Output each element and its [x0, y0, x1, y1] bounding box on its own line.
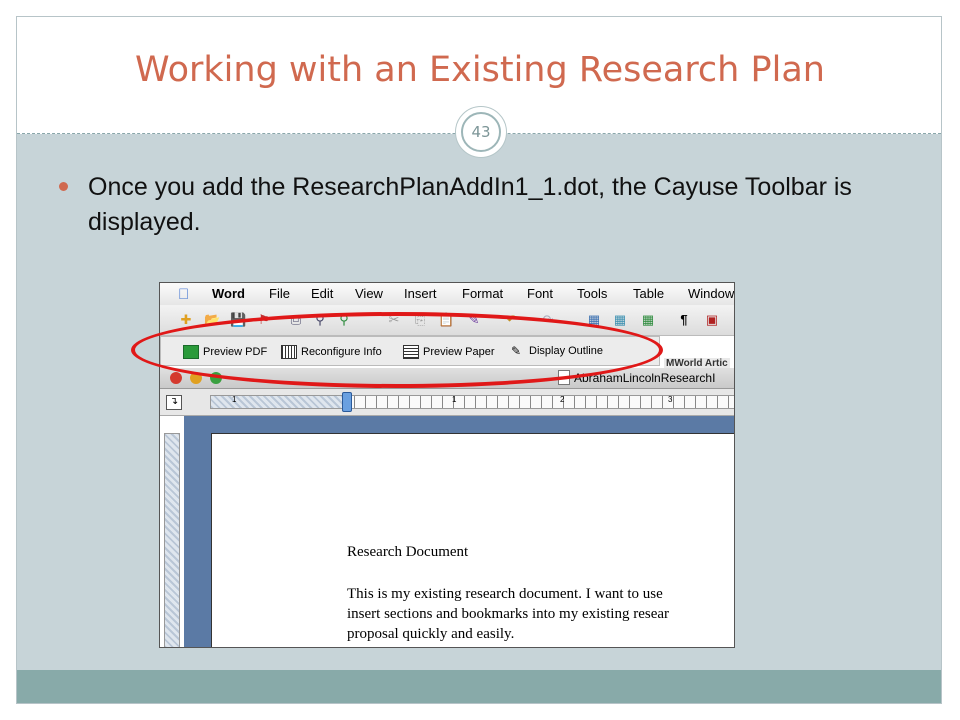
menu-insert[interactable]: Insert — [404, 286, 437, 301]
toolbox-icon[interactable]: ▣ — [704, 312, 720, 328]
document-line: insert sections and bookmarks into my ex… — [347, 606, 670, 622]
ruler-number: 1 — [452, 395, 457, 404]
bullet-icon — [59, 182, 68, 191]
apple-icon[interactable]:  — [178, 286, 189, 303]
menu-tools[interactable]: Tools — [577, 286, 607, 301]
slide-number-badge: 43 — [455, 106, 507, 158]
pilcrow-icon[interactable]: ¶ — [676, 312, 692, 328]
document-heading: Research Document — [347, 544, 469, 560]
document-page[interactable]: Research Document This is my existing re… — [211, 433, 734, 647]
menu-view[interactable]: View — [355, 286, 383, 301]
close-icon[interactable] — [170, 372, 182, 384]
vertical-ruler[interactable] — [164, 433, 180, 647]
menu-bar:  Word File Edit View Insert Format Font… — [160, 283, 734, 306]
menu-file[interactable]: File — [269, 286, 290, 301]
highlight-ellipse — [131, 312, 663, 388]
slide-number: 43 — [461, 112, 501, 152]
menu-font[interactable]: Font — [527, 286, 553, 301]
ruler-row: ↴ 1 1 2 3 — [160, 389, 734, 416]
menu-edit[interactable]: Edit — [311, 286, 333, 301]
bullet-text: Once you add the ResearchPlanAddIn1_1.do… — [88, 173, 852, 236]
indent-marker-icon[interactable] — [342, 392, 352, 412]
ruler-number: 1 — [232, 395, 237, 404]
footer-bar — [17, 670, 941, 703]
menu-window[interactable]: Window — [688, 286, 734, 301]
ruler-number: 2 — [560, 395, 565, 404]
menu-table[interactable]: Table — [633, 286, 664, 301]
menu-word[interactable]: Word — [212, 286, 245, 301]
menu-format[interactable]: Format — [462, 286, 503, 301]
document-line: proposal quickly and easily. — [347, 626, 515, 642]
ruler-margin — [210, 395, 346, 409]
slide-title: Working with an Existing Research Plan — [135, 50, 825, 90]
ruler-number: 3 — [668, 395, 673, 404]
table-icon[interactable]: ▦ — [612, 312, 628, 328]
columns-icon[interactable]: ▦ — [640, 312, 656, 328]
document-line: This is my existing research document. I… — [347, 586, 663, 602]
tab-selector-icon[interactable]: ↴ — [166, 395, 182, 410]
